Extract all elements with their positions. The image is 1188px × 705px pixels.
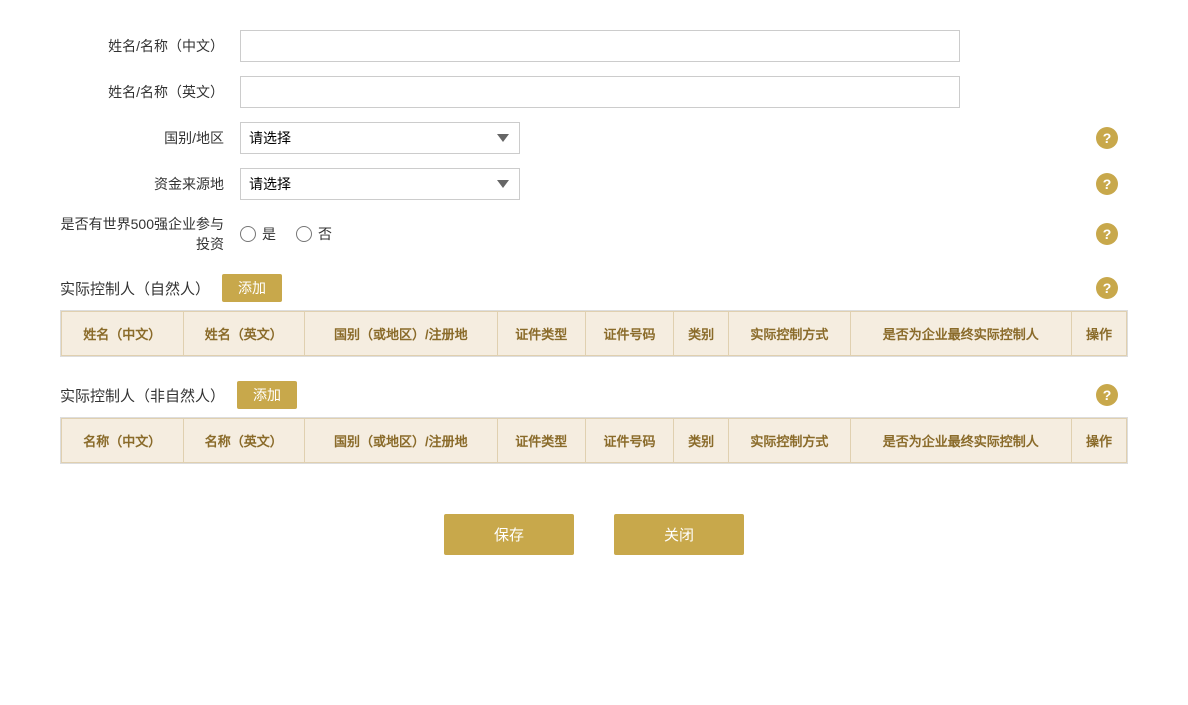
np-col-control-method: 实际控制方式 xyxy=(729,312,851,356)
country-help-icon[interactable]: ? xyxy=(1096,127,1118,149)
fortune500-help-icon[interactable]: ? xyxy=(1096,223,1118,245)
nnp-col-cert-no: 证件号码 xyxy=(585,419,673,463)
english-name-row: 姓名/名称（英文） xyxy=(60,76,1128,108)
nnp-col-is-final-controller: 是否为企业最终实际控制人 xyxy=(850,419,1071,463)
fortune500-radio-group: 是 否 xyxy=(240,224,332,244)
close-button[interactable]: 关闭 xyxy=(614,514,744,555)
non-natural-person-add-button[interactable]: 添加 xyxy=(237,381,297,409)
natural-person-title: 实际控制人（自然人） xyxy=(60,278,210,299)
fund-source-row: 资金来源地 请选择 ? xyxy=(60,168,1128,200)
natural-person-section: 实际控制人（自然人） 添加 ? 姓名（中文） 姓名（英文） 国别（或地区）/注册… xyxy=(60,274,1128,357)
chinese-name-label: 姓名/名称（中文） xyxy=(60,36,240,56)
nnp-col-cert-type: 证件类型 xyxy=(497,419,585,463)
footer-buttons: 保存 关闭 xyxy=(60,514,1128,555)
fund-source-label: 资金来源地 xyxy=(60,174,240,194)
np-col-operation: 操作 xyxy=(1071,312,1126,356)
np-col-cert-type: 证件类型 xyxy=(497,312,585,356)
non-natural-person-help-icon[interactable]: ? xyxy=(1096,384,1118,406)
fortune500-no-radio[interactable] xyxy=(296,226,312,242)
np-col-category: 类别 xyxy=(674,312,729,356)
np-col-country: 国别（或地区）/注册地 xyxy=(305,312,498,356)
np-col-chinese-name: 姓名（中文） xyxy=(62,312,184,356)
natural-person-table: 姓名（中文） 姓名（英文） 国别（或地区）/注册地 证件类型 证件号码 类别 实… xyxy=(61,311,1127,356)
nnp-col-english-name: 名称（英文） xyxy=(183,419,305,463)
form-section: 姓名/名称（中文） 姓名/名称（英文） 国别/地区 请选择 ? 资金来源地 请选… xyxy=(60,30,1128,254)
country-row: 国别/地区 请选择 ? xyxy=(60,122,1128,154)
country-label: 国别/地区 xyxy=(60,128,240,148)
non-natural-person-table-wrapper: 名称（中文） 名称（英文） 国别（或地区）/注册地 证件类型 证件号码 类别 实… xyxy=(60,417,1128,464)
fortune500-row: 是否有世界500强企业参与投资 是 否 ? xyxy=(60,214,1128,254)
nnp-col-country: 国别（或地区）/注册地 xyxy=(305,419,498,463)
page-container: 姓名/名称（中文） 姓名/名称（英文） 国别/地区 请选择 ? 资金来源地 请选… xyxy=(0,0,1188,705)
natural-person-add-button[interactable]: 添加 xyxy=(222,274,282,302)
non-natural-person-header-row: 名称（中文） 名称（英文） 国别（或地区）/注册地 证件类型 证件号码 类别 实… xyxy=(62,419,1127,463)
natural-person-table-wrapper: 姓名（中文） 姓名（英文） 国别（或地区）/注册地 证件类型 证件号码 类别 实… xyxy=(60,310,1128,357)
country-select[interactable]: 请选择 xyxy=(240,122,520,154)
nnp-col-control-method: 实际控制方式 xyxy=(729,419,851,463)
fortune500-label: 是否有世界500强企业参与投资 xyxy=(60,214,240,254)
english-name-label: 姓名/名称（英文） xyxy=(60,82,240,102)
np-col-cert-no: 证件号码 xyxy=(585,312,673,356)
english-name-input[interactable] xyxy=(240,76,960,108)
nnp-col-chinese-name: 名称（中文） xyxy=(62,419,184,463)
nnp-col-category: 类别 xyxy=(674,419,729,463)
fund-source-select[interactable]: 请选择 xyxy=(240,168,520,200)
natural-person-header-row: 姓名（中文） 姓名（英文） 国别（或地区）/注册地 证件类型 证件号码 类别 实… xyxy=(62,312,1127,356)
chinese-name-input[interactable] xyxy=(240,30,960,62)
fund-source-help-icon[interactable]: ? xyxy=(1096,173,1118,195)
chinese-name-row: 姓名/名称（中文） xyxy=(60,30,1128,62)
natural-person-table-head: 姓名（中文） 姓名（英文） 国别（或地区）/注册地 证件类型 证件号码 类别 实… xyxy=(62,312,1127,356)
fortune500-no-label[interactable]: 否 xyxy=(296,224,332,244)
non-natural-person-section: 实际控制人（非自然人） 添加 ? 名称（中文） 名称（英文） 国别（或地区）/注… xyxy=(60,381,1128,464)
fortune500-yes-radio[interactable] xyxy=(240,226,256,242)
non-natural-person-table-head: 名称（中文） 名称（英文） 国别（或地区）/注册地 证件类型 证件号码 类别 实… xyxy=(62,419,1127,463)
fortune500-yes-label[interactable]: 是 xyxy=(240,224,276,244)
save-button[interactable]: 保存 xyxy=(444,514,574,555)
np-col-english-name: 姓名（英文） xyxy=(183,312,305,356)
non-natural-person-title: 实际控制人（非自然人） xyxy=(60,385,225,406)
np-col-is-final-controller: 是否为企业最终实际控制人 xyxy=(850,312,1071,356)
natural-person-help-icon[interactable]: ? xyxy=(1096,277,1118,299)
nnp-col-operation: 操作 xyxy=(1071,419,1126,463)
non-natural-person-table: 名称（中文） 名称（英文） 国别（或地区）/注册地 证件类型 证件号码 类别 实… xyxy=(61,418,1127,463)
non-natural-person-header: 实际控制人（非自然人） 添加 ? xyxy=(60,381,1128,409)
natural-person-header: 实际控制人（自然人） 添加 ? xyxy=(60,274,1128,302)
